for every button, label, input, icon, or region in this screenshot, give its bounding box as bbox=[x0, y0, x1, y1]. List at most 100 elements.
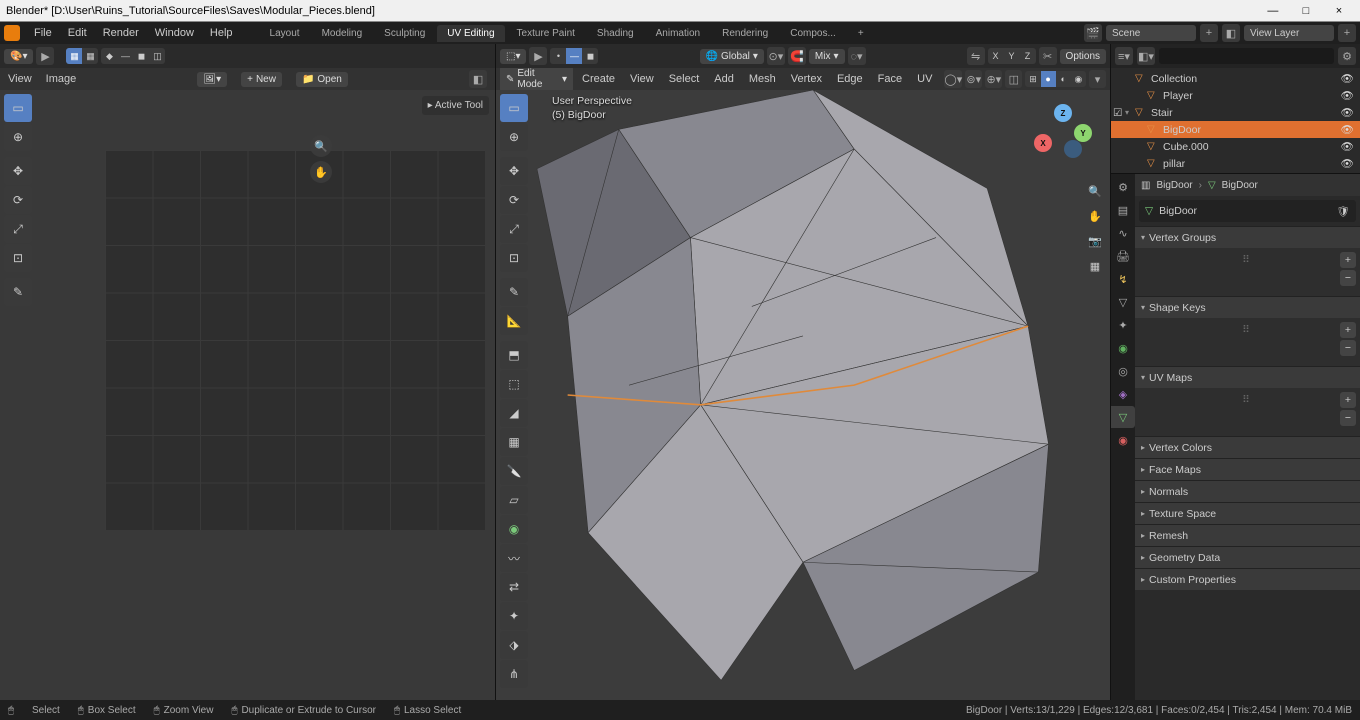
tool-smooth[interactable]: 〰 bbox=[500, 544, 528, 572]
scene-browse-icon[interactable]: 🎬 bbox=[1084, 24, 1102, 42]
uv-zoom-icon[interactable]: 🔍 bbox=[310, 135, 332, 157]
shading-dropdown-icon[interactable]: ▾ bbox=[1089, 70, 1106, 88]
uv-image-menu[interactable]: Image bbox=[46, 73, 77, 85]
v3d-menu-face[interactable]: Face bbox=[872, 73, 908, 85]
uv-canvas[interactable]: ▭ ⊕ ✥ ⟳ ⤢ ⊡ ✎ 🔍 ✋ ▸ Active Tool bbox=[0, 90, 495, 700]
tool-spin[interactable]: ◉ bbox=[500, 515, 528, 543]
mirror-y[interactable]: Y bbox=[1004, 48, 1020, 64]
mesh-name-input[interactable]: ▽BigDoor 🛡 bbox=[1139, 200, 1356, 222]
tool-rip[interactable]: ⋔ bbox=[500, 660, 528, 688]
uv-image-picker[interactable]: 🖼▾ bbox=[197, 72, 227, 87]
gizmo-toggle-icon[interactable]: ⊕▾ bbox=[985, 70, 1002, 88]
mode-dropdown[interactable]: ✎ Edit Mode ▾ bbox=[500, 68, 573, 90]
props-tab-9[interactable]: ◈ bbox=[1111, 383, 1135, 405]
tab-layout[interactable]: Layout bbox=[260, 25, 310, 42]
zoom-icon[interactable]: 🔍 bbox=[1084, 180, 1106, 202]
v3d-menu-add[interactable]: Add bbox=[708, 73, 740, 85]
outliner-tree[interactable]: ▽Collection👁▽Player👁☑▾▽Stair👁▽BigDoor👁▽C… bbox=[1111, 68, 1360, 173]
tree-row-cube-000[interactable]: ▽Cube.000👁 bbox=[1111, 138, 1360, 155]
tab-animation[interactable]: Animation bbox=[646, 25, 710, 42]
v3d-menu-mesh[interactable]: Mesh bbox=[743, 73, 782, 85]
viewport-editor-type[interactable]: ⬚▾ bbox=[500, 49, 526, 64]
tool-measure[interactable]: 📐 bbox=[500, 307, 528, 335]
mirror-axes[interactable]: X Y Z bbox=[988, 48, 1036, 64]
props-tab-7[interactable]: ◉ bbox=[1111, 337, 1135, 359]
panel-remesh[interactable]: ▸Remesh bbox=[1135, 524, 1360, 546]
tool-select-box[interactable]: ▭ bbox=[500, 94, 528, 122]
v3d-menu-uv[interactable]: UV bbox=[911, 73, 938, 85]
uv-open-button[interactable]: 📁 Open bbox=[296, 72, 348, 87]
panel-custom-properties[interactable]: ▸Custom Properties bbox=[1135, 568, 1360, 590]
maximize-button[interactable]: □ bbox=[1291, 5, 1321, 17]
panel-vertex-colors[interactable]: ▸Vertex Colors bbox=[1135, 436, 1360, 458]
tool-loopcut[interactable]: ▦ bbox=[500, 428, 528, 456]
menu-render[interactable]: Render bbox=[95, 27, 147, 39]
shade-rendered-icon[interactable]: ◉ bbox=[1071, 71, 1086, 87]
tab-compositing[interactable]: Compos... bbox=[780, 25, 846, 42]
tool-cursor[interactable]: ⊕ bbox=[500, 123, 528, 151]
panel-vertex-groups[interactable]: ▾Vertex Groups bbox=[1135, 226, 1360, 248]
mirror-z[interactable]: Z bbox=[1020, 48, 1036, 64]
overlays-toggle-icon[interactable]: ⊚▾ bbox=[965, 70, 982, 88]
tab-rendering[interactable]: Rendering bbox=[712, 25, 778, 42]
panel-texture-space[interactable]: ▸Texture Space bbox=[1135, 502, 1360, 524]
uv-selectmode-toggle[interactable]: ◆—◼◫ bbox=[101, 48, 165, 64]
uv-tool-annotate[interactable]: ✎ bbox=[4, 278, 32, 306]
tab-add-workspace[interactable]: + bbox=[848, 25, 874, 42]
tool-rotate[interactable]: ⟳ bbox=[500, 186, 528, 214]
sk-add-button[interactable]: + bbox=[1340, 322, 1356, 338]
mirror-toggle[interactable]: ⇋ bbox=[967, 47, 985, 65]
shade-matprev-icon[interactable]: ◐ bbox=[1056, 71, 1071, 87]
uv-image-display-icon[interactable]: ◧ bbox=[469, 70, 487, 88]
close-button[interactable]: × bbox=[1324, 5, 1354, 17]
tool-scale[interactable]: ⤢ bbox=[500, 215, 528, 243]
props-tab-5[interactable]: ▽ bbox=[1111, 291, 1135, 313]
props-tab-1[interactable]: ▤ bbox=[1111, 199, 1135, 221]
viewlayer-new-button[interactable]: + bbox=[1338, 24, 1356, 42]
tab-modeling[interactable]: Modeling bbox=[312, 25, 373, 42]
panel-geometry-data[interactable]: ▸Geometry Data bbox=[1135, 546, 1360, 568]
viewlayer-browse-icon[interactable]: ◧ bbox=[1222, 24, 1240, 42]
mesh-display-icon[interactable]: ◯▾ bbox=[944, 70, 962, 88]
snap-toggle[interactable]: 🧲 bbox=[788, 47, 806, 65]
mesh-shield-icon[interactable]: 🛡 bbox=[1337, 205, 1350, 218]
uv-cursor-icon[interactable]: ▶ bbox=[36, 47, 54, 65]
pivot-icon[interactable]: ⊙▾ bbox=[767, 47, 785, 65]
crumb-object[interactable]: BigDoor bbox=[1156, 180, 1192, 191]
tool-sheartool[interactable]: ⬗ bbox=[500, 631, 528, 659]
uv-new-button[interactable]: + New bbox=[241, 72, 282, 87]
props-tab-4[interactable]: ↯ bbox=[1111, 268, 1135, 290]
tree-row-stair[interactable]: ☑▾▽Stair👁 bbox=[1111, 104, 1360, 121]
outliner-filter-icon[interactable]: ⚙ bbox=[1338, 47, 1356, 65]
menu-edit[interactable]: Edit bbox=[60, 27, 95, 39]
viewport-options[interactable]: Options bbox=[1060, 49, 1106, 64]
tool-transform[interactable]: ⊡ bbox=[500, 244, 528, 272]
v3d-menu-select[interactable]: Select bbox=[663, 73, 706, 85]
uv-tool-scale[interactable]: ⤢ bbox=[4, 215, 32, 243]
blender-logo-icon[interactable] bbox=[4, 25, 20, 41]
sk-remove-button[interactable]: − bbox=[1340, 340, 1356, 356]
tool-inset[interactable]: ⬚ bbox=[500, 370, 528, 398]
uvmap-remove-button[interactable]: − bbox=[1340, 410, 1356, 426]
pan-icon[interactable]: ✋ bbox=[1084, 205, 1106, 227]
tab-uv-editing[interactable]: UV Editing bbox=[437, 25, 504, 42]
crumb-mesh[interactable]: BigDoor bbox=[1222, 180, 1258, 191]
menu-file[interactable]: File bbox=[26, 27, 60, 39]
uv-pan-icon[interactable]: ✋ bbox=[310, 161, 332, 183]
tool-knife[interactable]: 🔪 bbox=[500, 457, 528, 485]
menu-help[interactable]: Help bbox=[202, 27, 241, 39]
props-tab-8[interactable]: ◎ bbox=[1111, 360, 1135, 382]
vg-add-button[interactable]: + bbox=[1340, 252, 1356, 268]
editor-type-dropdown[interactable]: 🎨▾ bbox=[4, 49, 33, 64]
viewport-play-icon[interactable]: ▶ bbox=[529, 47, 547, 65]
tool-shrinkfatten[interactable]: ✦ bbox=[500, 602, 528, 630]
tool-extrude[interactable]: ⬒ bbox=[500, 341, 528, 369]
menu-window[interactable]: Window bbox=[147, 27, 202, 39]
mesh-select-mode[interactable]: •—◼ bbox=[550, 48, 598, 64]
uv-tool-move[interactable]: ✥ bbox=[4, 157, 32, 185]
tab-shading[interactable]: Shading bbox=[587, 25, 644, 42]
uv-tool-select[interactable]: ▭ bbox=[4, 94, 32, 122]
nav-gizmo[interactable]: Z Y X bbox=[1034, 104, 1092, 162]
tool-move[interactable]: ✥ bbox=[500, 157, 528, 185]
viewport-3d[interactable]: ▭ ⊕ ✥ ⟳ ⤢ ⊡ ✎ 📐 ⬒ ⬚ ◢ ▦ 🔪 ▱ ◉ 〰 ⇄ ✦ bbox=[496, 90, 1110, 700]
